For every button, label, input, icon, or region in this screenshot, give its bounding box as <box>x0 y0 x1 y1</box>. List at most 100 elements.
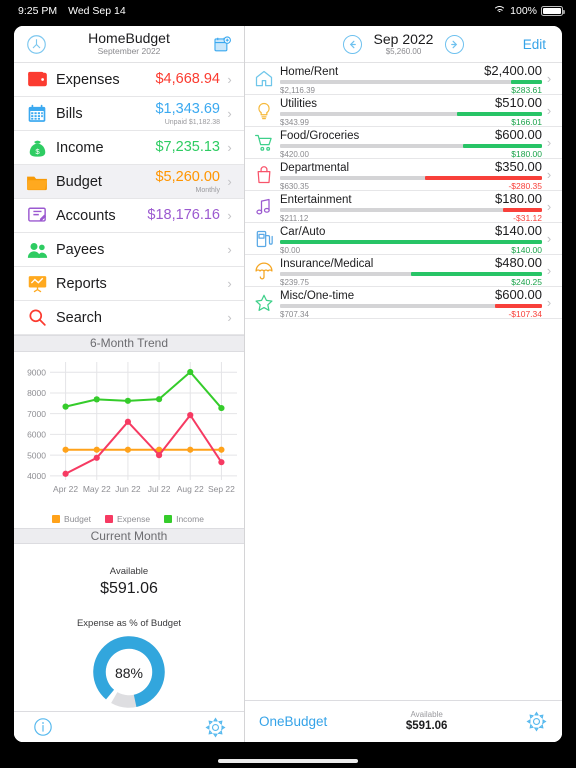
sidebar-item-income[interactable]: $ Income $7,235.13 › <box>14 131 244 165</box>
gear-icon[interactable] <box>526 711 548 733</box>
sidebar-item-label: Income <box>56 139 104 156</box>
budget-row[interactable]: Entertainment $180.00 $211.12 -$31.12 › <box>245 191 562 223</box>
chevron-right-icon: › <box>227 276 232 291</box>
status-time: 9:25 PM <box>18 5 58 17</box>
umbrella-icon <box>251 261 277 281</box>
budget-remaining: $166.01 <box>511 116 542 127</box>
chevron-right-icon: › <box>227 106 232 121</box>
legend-label: Budget <box>64 513 91 524</box>
budget-category-name: Departmental <box>280 161 350 174</box>
budget-remaining: $240.25 <box>511 276 542 287</box>
budget-spent: $707.34 <box>280 309 309 319</box>
legend-label: Income <box>176 513 204 524</box>
budget-row[interactable]: Utilities $510.00 $343.99 $166.01 › <box>245 95 562 127</box>
budget-progress-bar <box>280 303 542 308</box>
sidebar-item-label: Payees <box>56 241 105 258</box>
sidebar-item-search[interactable]: Search › <box>14 301 244 335</box>
sidebar-item-subvalue: Unpaid $1,182.38 <box>164 118 220 126</box>
edit-button[interactable]: Edit <box>523 37 546 52</box>
sidebar-item-label: Budget <box>56 173 102 190</box>
sidebar-item-value: $7,235.13 <box>155 139 220 156</box>
svg-text:Jul 22: Jul 22 <box>148 484 171 494</box>
budget-row[interactable]: Insurance/Medical $480.00 $239.75 $240.25 › <box>245 255 562 287</box>
status-bar-left: 9:25 PM Wed Sep 14 <box>18 5 126 17</box>
budget-spent: $420.00 <box>280 149 309 159</box>
budget-row-content: Home/Rent $2,400.00 $2,116.39 $283.61 <box>277 63 542 95</box>
sidebar-item-value-block: $18,176.16 <box>147 207 220 224</box>
legend-swatch <box>52 514 61 523</box>
budget-row[interactable]: Home/Rent $2,400.00 $2,116.39 $283.61 › <box>245 63 562 95</box>
budget-amount: $480.00 <box>495 254 542 270</box>
svg-text:$: $ <box>35 147 40 156</box>
chevron-right-icon: › <box>227 140 232 155</box>
sidebar-title-block: HomeBudget September 2022 <box>14 31 244 57</box>
gauge-label: Expense as % of Budget <box>76 618 182 630</box>
budget-category-name: Misc/One-time <box>280 289 355 302</box>
sidebar-item-value-block: $5,260.00 Monthly <box>155 169 220 194</box>
budget-row-content: Utilities $510.00 $343.99 $166.01 <box>277 95 542 127</box>
sidebar-item-label: Reports <box>56 275 107 292</box>
onebudget-button[interactable]: OneBudget <box>259 714 327 729</box>
info-circle-icon[interactable] <box>32 716 54 738</box>
status-bar-right: 100% <box>493 5 565 17</box>
chevron-right-icon: › <box>227 72 232 87</box>
svg-text:6000: 6000 <box>27 429 46 439</box>
clock-icon[interactable] <box>25 33 47 55</box>
chevron-right-icon: › <box>227 242 232 257</box>
budget-row[interactable]: Misc/One-time $600.00 $707.34 -$107.34 › <box>245 287 562 319</box>
search-icon <box>24 306 50 330</box>
legend-item: Income <box>164 514 204 524</box>
sidebar-item-budget[interactable]: Budget $5,260.00 Monthly › <box>14 165 244 199</box>
sidebar-item-reports[interactable]: Reports › <box>14 267 244 301</box>
svg-text:May 22: May 22 <box>83 484 111 494</box>
current-month-body: Available $591.06 Expense as % of Budget… <box>14 544 244 711</box>
sidebar-item-bills[interactable]: Bills $1,343.69 Unpaid $1,182.38 › <box>14 97 244 131</box>
battery-percent: 100% <box>510 5 537 17</box>
budget-row[interactable]: Departmental $350.00 $630.35 -$280.35 › <box>245 159 562 191</box>
budget-row-content: Entertainment $180.00 $211.12 -$31.12 <box>277 191 542 223</box>
register-icon <box>24 204 50 228</box>
sidebar-menu: Expenses $4,668.94 › Bills $1,343.69 Unp… <box>14 62 244 335</box>
chevron-right-icon: › <box>546 231 552 246</box>
bottom-available-value: $591.06 <box>405 719 448 732</box>
budget-progress-bar <box>280 143 542 148</box>
star-icon <box>251 293 277 313</box>
budget-amount: $510.00 <box>495 94 542 110</box>
budget-category-name: Entertainment <box>280 193 352 206</box>
available-label: Available <box>109 566 149 578</box>
wifi-icon <box>493 6 507 16</box>
calendar-add-icon[interactable] <box>211 33 233 55</box>
arrow-right-circle-icon[interactable] <box>445 34 465 54</box>
gauge-value: 88% <box>114 665 144 682</box>
svg-text:Apr 22: Apr 22 <box>53 484 78 494</box>
legend-swatch <box>104 514 113 523</box>
svg-text:Sep 22: Sep 22 <box>208 484 235 494</box>
budget-row[interactable]: Food/Groceries $600.00 $420.00 $180.00 › <box>245 127 562 159</box>
sidebar-item-label: Bills <box>56 105 83 122</box>
budget-row[interactable]: Car/Auto $140.00 $0.00 $140.00 › <box>245 223 562 255</box>
budget-rows: Home/Rent $2,400.00 $2,116.39 $283.61 › Utili… <box>245 62 562 319</box>
sidebar-item-label: Search <box>56 309 102 326</box>
budget-header: Sep 2022 $5,260.00 Edit <box>245 26 562 62</box>
budget-amount: $600.00 <box>495 126 542 142</box>
sidebar-item-accounts[interactable]: Accounts $18,176.16 › <box>14 199 244 233</box>
calendar-icon <box>24 102 50 126</box>
budget-remaining: $140.00 <box>511 244 542 255</box>
sidebar-item-expenses[interactable]: Expenses $4,668.94 › <box>14 63 244 97</box>
trend-chart-svg: 4000 5000 6000 7000 8000 9000 Apr 22 May 22 Jun … <box>27 361 237 494</box>
budget-remaining: $283.61 <box>511 84 542 95</box>
svg-text:Aug 22: Aug 22 <box>177 484 204 494</box>
page-subtitle: September 2022 <box>97 46 161 56</box>
arrow-left-circle-icon[interactable] <box>342 34 362 54</box>
bottom-available-block: Available $591.06 <box>405 710 448 732</box>
trend-section-header: 6-Month Trend <box>14 335 244 352</box>
budget-spent: $211.12 <box>280 213 309 223</box>
svg-text:5000: 5000 <box>27 450 46 460</box>
gear-icon[interactable] <box>204 716 226 738</box>
sidebar-item-payees[interactable]: Payees › <box>14 233 244 267</box>
sidebar-item-value: $18,176.16 <box>147 207 220 224</box>
budget-category-name: Insurance/Medical <box>280 257 374 270</box>
chevron-right-icon: › <box>546 71 552 86</box>
budget-category-name: Home/Rent <box>280 65 339 78</box>
legend-swatch <box>164 514 173 523</box>
